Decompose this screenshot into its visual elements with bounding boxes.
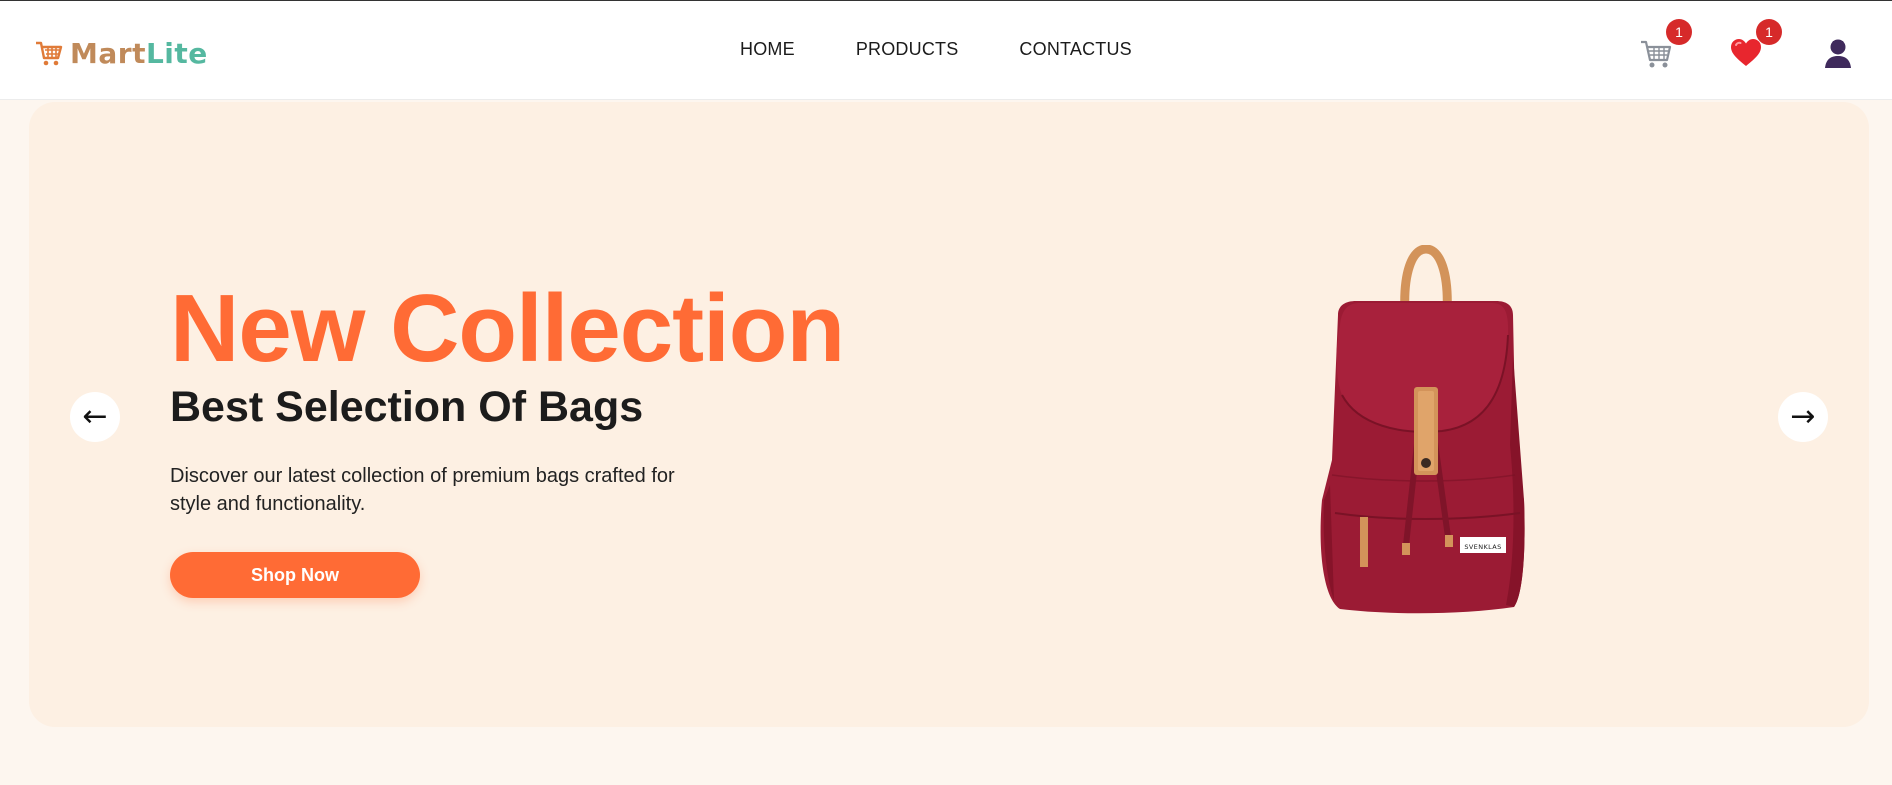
hero-subtitle: Best Selection Of Bags — [170, 383, 644, 431]
cart-count-badge: 1 — [1666, 19, 1692, 45]
carousel-prev-button[interactable]: ← — [70, 392, 120, 442]
logo[interactable]: MartLite — [34, 36, 208, 70]
hero-title: New Collection — [170, 275, 845, 382]
wishlist-button[interactable]: 1 — [1728, 19, 1782, 71]
user-icon — [1825, 39, 1851, 68]
site-header: MartLite HOME PRODUCTS CONTACTUS 1 1 — [0, 1, 1892, 100]
nav-home[interactable]: HOME — [740, 39, 795, 60]
logo-text: MartLite — [70, 37, 208, 70]
wishlist-count-badge: 1 — [1756, 19, 1782, 45]
logo-text-mart: Mart — [70, 36, 146, 70]
nav-contactus[interactable]: CONTACTUS — [1019, 39, 1131, 60]
hero-description: Discover our latest collection of premiu… — [170, 465, 675, 515]
shopping-cart-icon — [36, 41, 63, 66]
bag-tag-text: SVENKLAS — [1464, 543, 1501, 551]
carousel-next-button[interactable]: → — [1778, 392, 1828, 442]
logo-text-lite: Lite — [145, 36, 208, 70]
cart-button[interactable]: 1 — [1638, 19, 1692, 71]
main-nav: HOME PRODUCTS CONTACTUS — [740, 39, 1132, 60]
nav-products[interactable]: PRODUCTS — [856, 39, 959, 60]
backpack-image: SVENKLAS — [1320, 245, 1525, 614]
shop-now-button[interactable]: Shop Now — [170, 552, 420, 598]
profile-button[interactable] — [1820, 35, 1856, 71]
